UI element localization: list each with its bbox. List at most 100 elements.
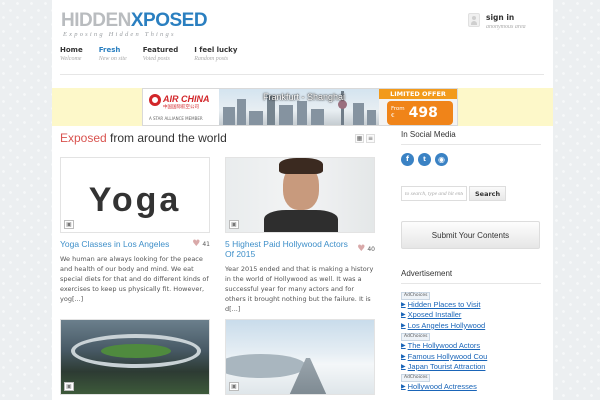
facebook-icon[interactable]: f <box>401 153 414 166</box>
nav-sublabel: Random posts <box>194 56 229 62</box>
image-format-icon: ▣ <box>229 220 239 229</box>
ad-link[interactable]: ▶ Los Angeles Hollywood <box>401 321 541 331</box>
logo-tagline: Exposing Hidden Things <box>63 31 176 38</box>
heart-icon: ♥ <box>357 243 366 254</box>
divider <box>401 283 541 284</box>
nav-item-featured[interactable]: Featured Voted posts <box>143 46 179 62</box>
post-title[interactable]: Yoga Classes in Los Angeles <box>60 239 169 249</box>
post-card: Yoga ▣ Yoga Classes in Los Angeles ♥ 41 … <box>60 157 210 304</box>
image-format-icon: ▣ <box>64 382 74 391</box>
rss-icon[interactable]: ◉ <box>435 153 448 166</box>
user-icon <box>468 13 480 27</box>
image-format-icon: ▣ <box>229 382 239 391</box>
list-view-icon[interactable]: ≡ <box>366 134 375 143</box>
logo-part-xposed: XPOSED <box>130 10 208 31</box>
post-card: ▣ <box>60 319 210 395</box>
yoga-image: Yoga <box>61 158 209 232</box>
advertisement-title: Advertisement <box>401 269 453 278</box>
post-thumbnail[interactable]: ▣ <box>60 319 210 395</box>
view-toggles: ▦ ≡ <box>355 134 375 143</box>
post-thumbnail[interactable]: ▣ <box>225 157 375 233</box>
stadium-image <box>61 320 209 394</box>
arrow-icon: ▶ <box>401 322 406 329</box>
search-form: Search <box>401 186 541 201</box>
arrow-icon: ▶ <box>401 384 406 391</box>
air-china-logo-icon <box>149 94 161 106</box>
like-count: 40 <box>367 245 375 253</box>
signin-title[interactable]: sign in <box>486 13 526 22</box>
like-button[interactable]: ♥ 41 <box>192 238 210 249</box>
ad-brand-name: AIR CHINA <box>163 94 210 104</box>
nav-sublabel: New on site <box>98 56 127 62</box>
yoga-image-text: Yoga <box>88 181 182 219</box>
social-title: In Social Media <box>401 130 456 139</box>
section-title: Exposed from around the world <box>60 131 227 145</box>
main-nav: Home Welcome Fresh New on site Featured … <box>60 46 253 62</box>
nav-label: Fresh <box>98 46 121 54</box>
section-title-rest: from around the world <box>106 131 227 145</box>
image-format-icon: ▣ <box>64 220 74 229</box>
snowy-road-image <box>226 320 374 394</box>
nav-item-lucky[interactable]: I feel lucky Random posts <box>194 46 237 62</box>
site-logo[interactable]: HIDDENXPOSED Exposing Hidden Things <box>61 10 208 38</box>
ad-alliance-text: A STAR ALLIANCE MEMBER <box>149 116 203 121</box>
post-excerpt: Year 2015 ended and that is making a his… <box>225 265 374 313</box>
ad-link[interactable]: ▶ Hollywood Actresses <box>401 382 541 392</box>
post-thumbnail[interactable]: ▣ <box>225 319 375 395</box>
arrow-icon: ▶ <box>401 364 406 371</box>
arrow-icon: ▶ <box>401 312 406 319</box>
ad-links: AdChoices ▶ Hidden Places to Visit ▶ Xpose… <box>401 290 541 393</box>
ad-price-prefix: From € <box>391 106 405 119</box>
ad-brand-panel: AIR CHINA 中国国际航空公司 A STAR ALLIANCE MEMBE… <box>143 89 219 125</box>
divider <box>401 144 541 145</box>
arrow-icon: ▶ <box>401 353 406 360</box>
ad-city-image: Frankfurt - Shanghai <box>219 89 379 125</box>
divider <box>60 74 544 75</box>
like-count: 41 <box>202 240 210 248</box>
search-input[interactable] <box>401 186 467 201</box>
ad-link[interactable]: ▶ Famous Hollywood Cou <box>401 352 541 362</box>
adchoices-badge[interactable]: AdChoices <box>401 333 431 342</box>
ad-link[interactable]: ▶ Japan Tourist Attraction <box>401 362 541 372</box>
grid-view-icon[interactable]: ▦ <box>355 134 364 143</box>
ad-brand-chinese: 中国国际航空公司 <box>163 105 199 110</box>
ad-offer-panel[interactable]: LIMITED OFFER From € 498 <box>379 89 457 125</box>
nav-label: Featured <box>142 46 179 54</box>
signin-subtitle: anonymous area <box>486 24 526 30</box>
nav-label: Home <box>60 46 83 54</box>
heart-icon: ♥ <box>192 238 201 249</box>
sidebar: In Social Media f t ◉ Search Submit Your… <box>401 130 541 393</box>
ad-limited-badge: LIMITED OFFER <box>379 89 457 99</box>
like-button[interactable]: ♥ 40 <box>357 243 375 254</box>
nav-label: I feel lucky <box>194 46 238 54</box>
ad-price-box: From € 498 <box>387 101 453 125</box>
post-title[interactable]: 5 Highest Paid Hollywood Actors Of 2015 <box>225 239 357 259</box>
post-card: ▣ <box>225 319 375 395</box>
page: HIDDENXPOSED Exposing Hidden Things sign… <box>52 0 553 400</box>
ad-link[interactable]: ▶ Xposed Installer <box>401 310 541 320</box>
arrow-icon: ▶ <box>401 302 406 308</box>
ad-link[interactable]: ▶ Hidden Places to Visit <box>401 300 541 310</box>
adchoices-badge[interactable]: AdChoices <box>401 292 431 300</box>
post-card: ▣ 5 Highest Paid Hollywood Actors Of 201… <box>225 157 375 314</box>
twitter-icon[interactable]: t <box>418 153 431 166</box>
ad-price-amount: 498 <box>408 105 438 121</box>
ad-route: Frankfurt - Shanghai <box>263 92 346 102</box>
section-title-highlight: Exposed <box>60 131 107 145</box>
post-thumbnail[interactable]: Yoga ▣ <box>60 157 210 233</box>
nav-sublabel: Welcome <box>60 56 82 62</box>
ad-link[interactable]: ▶ The Hollywood Actors <box>401 341 541 351</box>
submit-content-button[interactable]: Submit Your Contents <box>401 221 540 249</box>
logo-wordmark: HIDDENXPOSED <box>61 10 208 31</box>
post-excerpt: We human are always looking for the peac… <box>60 255 209 303</box>
signin-area[interactable]: sign in anonymous area <box>468 13 526 30</box>
nav-sublabel: Voted posts <box>142 56 170 62</box>
banner-ad[interactable]: AIR CHINA 中国国际航空公司 A STAR ALLIANCE MEMBE… <box>142 88 458 126</box>
search-button[interactable]: Search <box>469 186 507 201</box>
social-links: f t ◉ <box>401 153 541 166</box>
adchoices-badge[interactable]: AdChoices <box>401 374 431 383</box>
logo-part-hidden: HIDDEN <box>61 10 131 31</box>
arrow-icon: ▶ <box>401 343 406 350</box>
nav-item-home[interactable]: Home Welcome <box>60 46 83 62</box>
nav-item-fresh[interactable]: Fresh New on site <box>99 46 127 62</box>
